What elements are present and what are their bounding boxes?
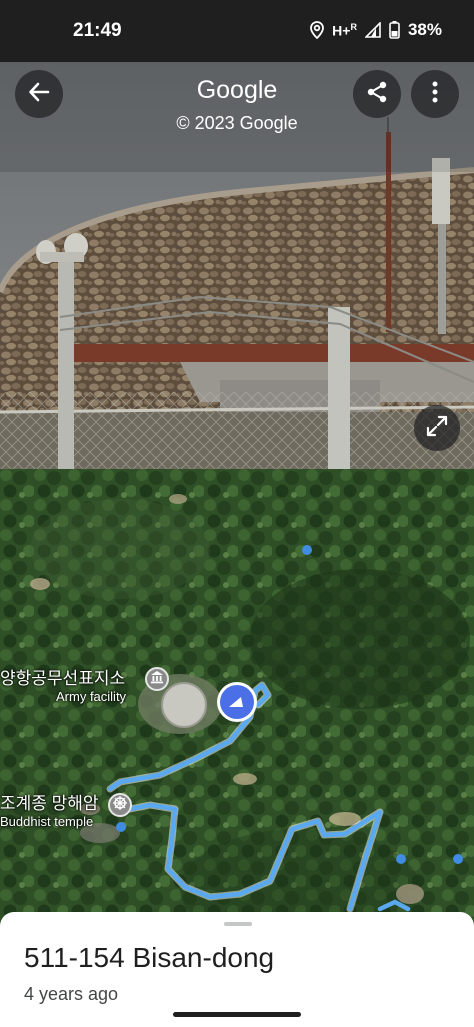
- army-facility-pin[interactable]: [145, 667, 169, 691]
- status-icons: H+R 38%: [310, 20, 442, 40]
- street-view-panel[interactable]: Google © 2023 Google: [0, 62, 474, 469]
- status-time: 21:49: [73, 20, 122, 41]
- place-bottom-sheet[interactable]: 511-154 Bisan-dong 4 years ago: [0, 912, 474, 1027]
- place-type: Buddhist temple: [0, 814, 94, 829]
- share-button[interactable]: [353, 70, 401, 118]
- gesture-nav-bar[interactable]: [173, 1012, 301, 1017]
- buddhist-temple-pin[interactable]: [108, 793, 132, 817]
- expand-icon: [426, 415, 448, 442]
- place-name: 조계종 망해암: [0, 794, 99, 813]
- place-label-army-facility[interactable]: 양항공무선표지소 Army facility: [0, 664, 126, 704]
- dharma-wheel-icon: [112, 795, 128, 816]
- signal-icon: [364, 22, 381, 38]
- street-view-title: Google: [196, 76, 278, 104]
- museum-icon: [150, 670, 164, 689]
- current-location-marker[interactable]: [217, 682, 257, 722]
- expand-button[interactable]: [414, 405, 460, 451]
- drag-handle[interactable]: [224, 922, 252, 926]
- more-options-button[interactable]: [411, 70, 459, 118]
- place-type: Army facility: [56, 689, 127, 704]
- share-icon: [365, 80, 389, 109]
- network-type: H+R: [332, 21, 357, 39]
- location-icon: [310, 21, 325, 39]
- direction-arrow-icon: [220, 685, 254, 719]
- battery-percent: 38%: [407, 20, 442, 39]
- place-label-buddhist-temple[interactable]: 조계종 망해암 Buddhist temple: [0, 789, 99, 829]
- place-name: 양항공무선표지소: [0, 669, 126, 688]
- more-vert-icon: [432, 81, 438, 108]
- battery-icon: [389, 21, 400, 39]
- copyright-text: © 2023 Google: [176, 113, 298, 133]
- status-bar: 21:49 H+R 38%: [0, 0, 474, 62]
- place-address: 511-154 Bisan-dong: [24, 942, 275, 973]
- capture-date: 4 years ago: [24, 984, 119, 1004]
